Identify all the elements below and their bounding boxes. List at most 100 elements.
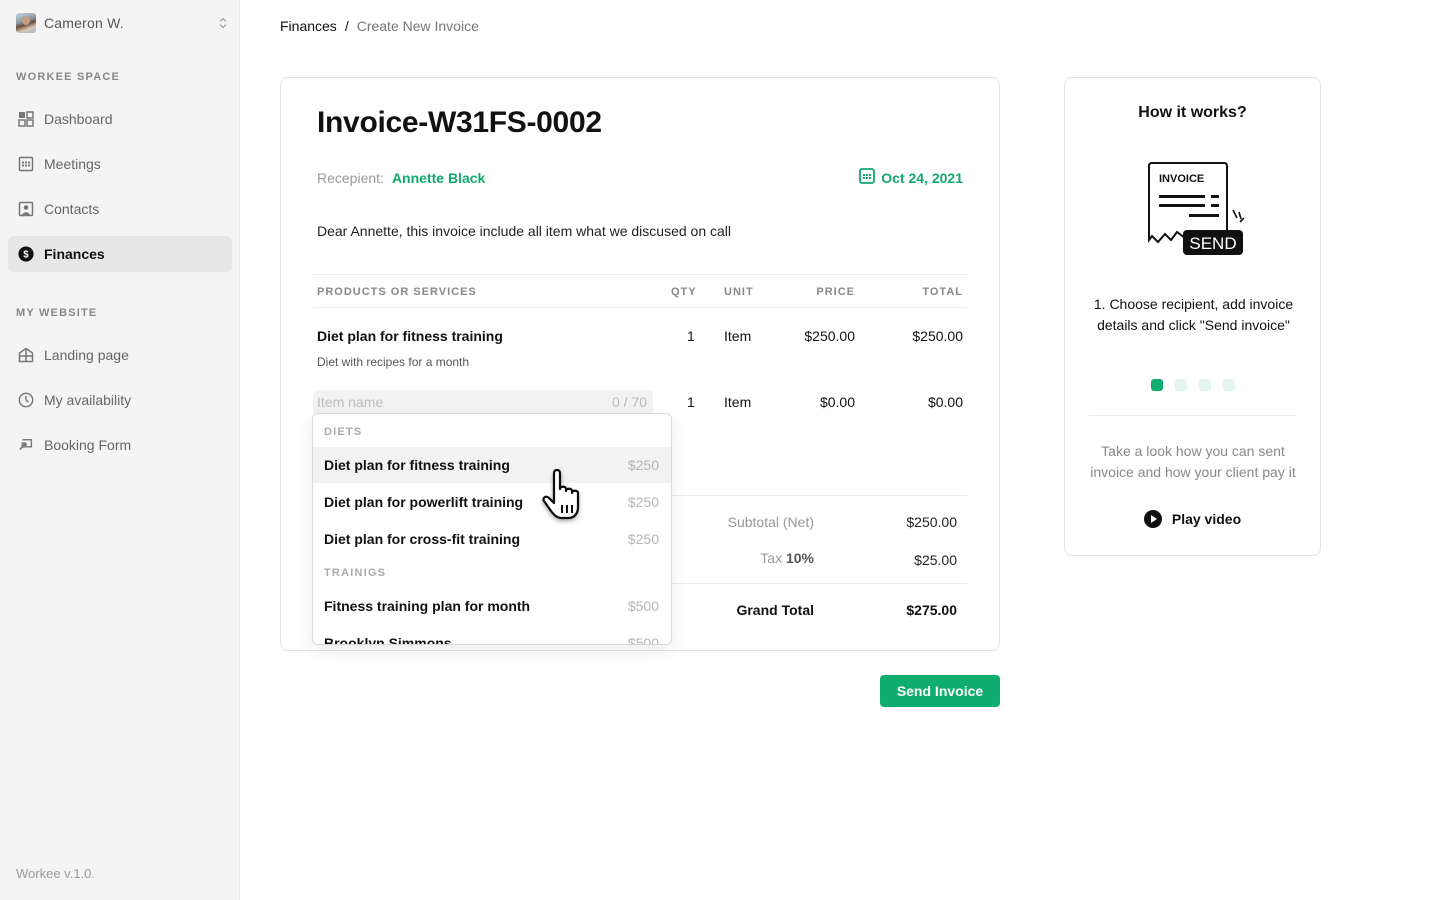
dropdown-item[interactable]: Diet plan for powerlift training $250 [313,484,671,520]
sidebar-item-landing-page[interactable]: Landing page [8,337,232,373]
dropdown-item-price: $500 [627,598,659,614]
column-total: TOTAL [922,286,963,298]
item-name-input[interactable] [313,390,653,414]
illustration-send-badge: SEND [1189,234,1236,253]
dropdown-item-price: $250 [627,494,659,510]
step-pagination [1065,379,1320,391]
dropdown-item-price: $250 [627,531,659,547]
breadcrumb-current: Create New Invoice [356,18,479,34]
breadcrumb: Finances / Create New Invoice [280,18,479,34]
chevron-up-down-icon [218,16,228,30]
breadcrumb-separator: / [344,18,349,34]
table-row[interactable]: Diet plan for fitness training Diet with… [313,328,967,369]
contact-icon [18,201,34,217]
calendar-icon [859,168,876,187]
item-name: Diet plan for fitness training [317,328,503,344]
tax-label: Tax [760,550,783,566]
user-name: Cameron W. [44,15,124,31]
sidebar-item-label: Contacts [44,201,100,217]
subtotal-label: Subtotal (Net) [727,514,814,530]
invoice-date: Oct 24, 2021 [881,169,963,186]
play-icon [1143,510,1162,528]
item-qty[interactable]: 1 [687,394,695,410]
dropdown-item-name: Diet plan for cross-fit training [324,531,521,547]
breadcrumb-finances-link[interactable]: Finances [280,18,337,34]
how-it-works-title: How it works? [1138,104,1247,121]
play-video-button[interactable]: Play video [1065,510,1320,528]
item-description: Diet with recipes for a month [317,355,470,369]
step-dot-1[interactable] [1150,379,1163,391]
sidebar-item-my-availability[interactable]: My availability [8,382,232,418]
svg-text:$: $ [23,250,29,261]
how-it-works-card: How it works? INVOICE SEND 1. Choose rec… [1064,77,1321,556]
how-it-works-divider [1089,415,1297,416]
invoice-message[interactable]: Dear Annette, this invoice include all i… [317,223,731,239]
dashboard-icon [18,111,34,127]
user-switcher[interactable]: Cameron W. [16,12,228,34]
dollar-icon: $ [18,246,34,262]
dropdown-group-trainings: TRAINIGS [324,567,387,579]
sidebar-item-label: Landing page [44,347,129,363]
item-unit: Item [724,328,752,344]
dropdown-item[interactable]: Fitness training plan for month $500 [313,588,671,624]
dropdown-item[interactable]: Diet plan for fitness training $250 [313,447,671,483]
sidebar-item-label: Booking Form [44,437,132,453]
item-unit[interactable]: Item [724,394,751,410]
column-products: PRODUCTS OR SERVICES [317,286,477,298]
subtotal-value: $250.00 [906,514,957,530]
clock-icon [18,392,34,408]
sidebar-item-label: Meetings [44,156,101,172]
item-total: $250.00 [912,328,963,344]
section-label-my-website: MY WEBSITE [16,307,98,319]
invoice-title: Invoice-W31FS-0002 [317,106,602,139]
landing-page-icon [18,347,34,363]
invoice-send-illustration: INVOICE SEND [1145,160,1249,260]
invoice-date-picker[interactable]: Oct 24, 2021 [859,168,963,187]
dropdown-group-diets: DIETS [324,426,363,438]
step-dot-3[interactable] [1198,379,1211,391]
item-qty: 1 [687,328,695,344]
dropdown-item-price: $500 [627,635,659,645]
tax-label-group: Tax 10% [760,550,814,566]
dropdown-item[interactable]: Diet plan for cross-fit training $250 [313,521,671,557]
dropdown-item-name: Brooklyn Simmons [324,635,452,645]
dropdown-item-price: $250 [627,457,659,473]
sidebar-item-meetings[interactable]: Meetings [8,146,232,182]
step-dot-2[interactable] [1174,379,1187,391]
app-version: Workee v.1.0. [16,866,95,881]
sidebar-item-label: My availability [44,392,132,408]
how-it-works-subtext: Take a look how you can sent invoice and… [1090,443,1296,480]
item-total: $0.00 [927,394,963,410]
recipient-label: Recepient: [317,170,384,186]
sidebar-item-label: Finances [44,246,105,262]
column-price: PRICE [816,286,855,298]
avatar [16,13,36,33]
calendar-icon [18,156,34,172]
tax-value: $25.00 [914,552,957,568]
item-price: $250.00 [804,328,855,344]
sidebar: Cameron W. WORKEE SPACE Dashboard Meetin… [0,0,240,900]
items-table-header: PRODUCTS OR SERVICES QTY UNIT PRICE TOTA… [313,274,967,308]
sidebar-item-dashboard[interactable]: Dashboard [8,101,232,137]
dropdown-item[interactable]: Brooklyn Simmons $500 [313,625,671,645]
section-label-workee-space: WORKEE SPACE [16,71,121,83]
column-qty: QTY [671,286,697,298]
char-counter: 0 / 70 [612,394,648,410]
grand-total-label: Grand Total [736,602,814,618]
sidebar-item-finances[interactable]: $ Finances [8,236,232,272]
recipient-row: Recepient: Annette Black [317,170,485,186]
dropdown-item-name: Diet plan for fitness training [324,457,510,473]
play-video-label: Play video [1171,511,1242,527]
sidebar-item-booking-form[interactable]: Booking Form [8,427,232,463]
recipient-name[interactable]: Annette Black [392,170,485,186]
grand-total-value: $275.00 [906,602,957,618]
step-dot-4[interactable] [1222,379,1235,391]
illustration-doc-label: INVOICE [1159,173,1204,185]
sidebar-item-label: Dashboard [44,111,113,127]
sidebar-item-contacts[interactable]: Contacts [8,191,232,227]
item-price[interactable]: $0.00 [820,394,855,410]
dropdown-item-name: Diet plan for powerlift training [324,494,524,510]
tax-percent[interactable]: 10% [786,550,814,566]
send-invoice-button[interactable]: Send Invoice [880,675,1000,707]
booking-form-icon [18,437,34,453]
